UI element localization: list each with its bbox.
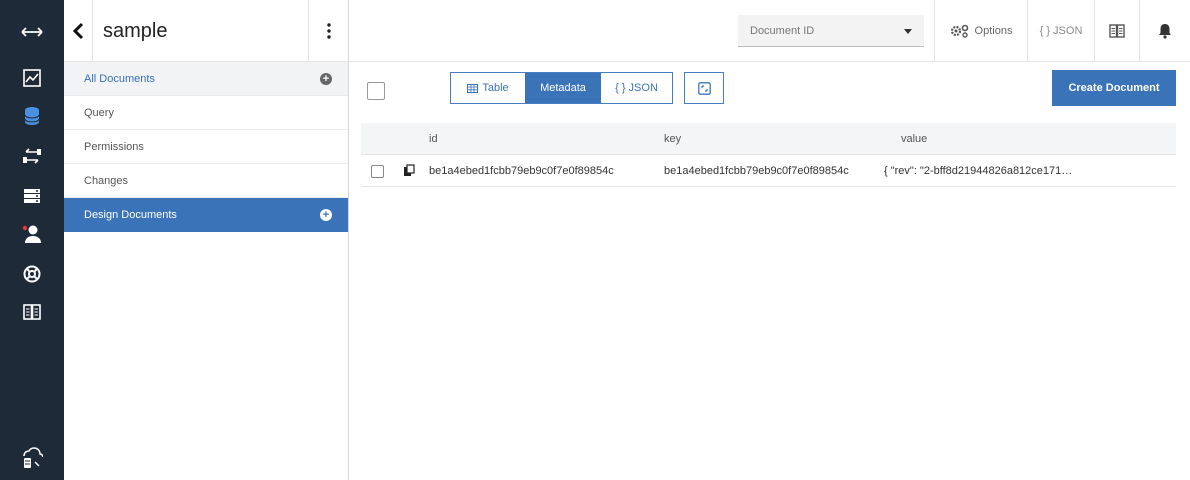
column-header-value[interactable]: value: [901, 123, 927, 155]
sidebar-item-design-documents[interactable]: Design Documents +: [64, 198, 348, 232]
tab-label: Metadata: [540, 82, 586, 94]
sidebar-item-label: Changes: [84, 175, 129, 187]
dashboard-icon: [23, 69, 41, 87]
table-row[interactable]: be1a4ebed1fcbb79eb9c0f7e0f89854c be1a4eb…: [361, 155, 1176, 187]
create-document-button[interactable]: Create Document: [1052, 70, 1176, 106]
expand-button[interactable]: [684, 72, 724, 104]
caret-down-icon: [904, 29, 912, 34]
table-icon: [467, 83, 479, 93]
rail-item-databases[interactable]: [0, 98, 64, 134]
options-label: Options: [974, 25, 1013, 37]
sidebar-item-changes[interactable]: Changes: [64, 164, 348, 198]
collapse-nav-button[interactable]: [0, 14, 64, 50]
tab-metadata[interactable]: Metadata: [525, 73, 601, 103]
expand-icon: [697, 81, 711, 95]
row-checkbox[interactable]: [371, 165, 384, 178]
rail-item-dashboard[interactable]: [0, 60, 64, 96]
tab-table[interactable]: Table: [451, 73, 525, 103]
cell-id: be1a4ebed1fcbb79eb9c0f7e0f89854c: [429, 165, 614, 177]
docs-book-icon: [23, 304, 41, 320]
gears-icon: [950, 24, 968, 38]
sidebar-item-label: Permissions: [84, 141, 144, 153]
collapse-arrows-icon: [21, 27, 43, 37]
select-value: Document ID: [750, 25, 815, 37]
copy-icon[interactable]: [403, 164, 415, 177]
json-view-button[interactable]: { } JSON: [1028, 0, 1094, 62]
left-nav-rail: [0, 0, 64, 480]
database-name: sample: [92, 0, 308, 62]
rail-item-active-tasks[interactable]: [0, 178, 64, 214]
support-icon: [23, 265, 41, 283]
cell-value: { "rev": "2-bff8d21944826a812ce171…: [884, 165, 1073, 177]
options-button[interactable]: Options: [935, 0, 1027, 62]
book-icon: [1109, 24, 1125, 38]
tab-label: Table: [482, 82, 509, 94]
database-sidebar: sample All Documents + Query Permissions…: [64, 0, 349, 480]
column-header-key[interactable]: key: [664, 123, 681, 155]
notifications-button[interactable]: [1140, 0, 1190, 62]
table-header: id key value: [361, 123, 1176, 155]
tab-label: { } JSON: [615, 82, 658, 94]
main-topbar: Document ID Options { } JSON: [349, 0, 1190, 62]
rail-item-cloud-db[interactable]: [0, 440, 64, 476]
add-document-icon[interactable]: +: [320, 73, 332, 85]
rail-item-docs[interactable]: [0, 294, 64, 330]
rail-item-replication[interactable]: [0, 138, 64, 174]
add-design-doc-icon[interactable]: +: [320, 209, 332, 221]
replication-icon: [23, 148, 41, 164]
sidebar-item-label: Query: [84, 107, 114, 119]
select-all-checkbox[interactable]: [367, 82, 385, 100]
chevron-left-icon: [72, 22, 84, 39]
account-icon: [22, 225, 41, 243]
rail-item-support[interactable]: [0, 256, 64, 292]
back-button[interactable]: [64, 0, 92, 62]
sidebar-item-permissions[interactable]: Permissions: [64, 130, 348, 164]
document-id-select[interactable]: Document ID: [738, 15, 924, 47]
docs-button[interactable]: [1095, 0, 1139, 62]
rail-item-account[interactable]: [0, 216, 64, 252]
databases-icon: [24, 107, 40, 125]
json-label: { } JSON: [1039, 25, 1083, 37]
active-tasks-icon: [24, 189, 40, 203]
sidebar-item-all-documents[interactable]: All Documents +: [64, 62, 348, 96]
column-header-id[interactable]: id: [429, 123, 438, 155]
sidebar-header: sample: [64, 0, 348, 62]
cell-key: be1a4ebed1fcbb79eb9c0f7e0f89854c: [664, 165, 849, 177]
bell-icon: [1159, 24, 1171, 39]
kebab-menu-icon: [326, 22, 331, 39]
sidebar-item-query[interactable]: Query: [64, 96, 348, 130]
sidebar-item-label: Design Documents: [84, 209, 177, 221]
tab-json[interactable]: { } JSON: [601, 73, 672, 103]
sidebar-item-label: All Documents: [84, 73, 155, 85]
database-menu-button[interactable]: [308, 0, 348, 62]
view-toggle: Table Metadata { } JSON: [450, 72, 673, 104]
cloud-db-icon: [23, 447, 43, 468]
